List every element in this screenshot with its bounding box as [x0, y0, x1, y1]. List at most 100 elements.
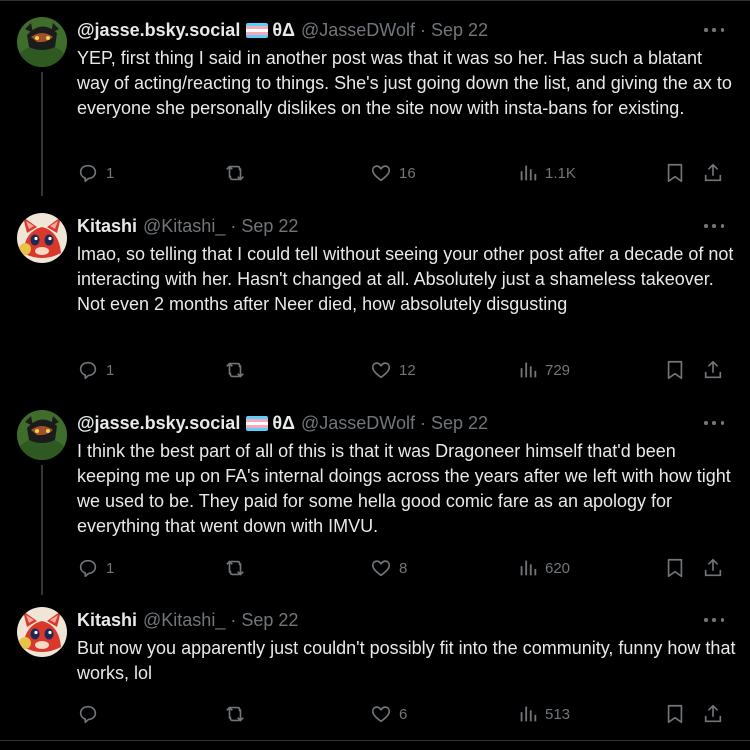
tweet-date[interactable]: Sep 22 — [241, 216, 298, 237]
views-button[interactable]: 1.1K — [518, 159, 576, 187]
tweet-actions: 1 16 1.1K — [77, 159, 737, 187]
user-handle[interactable]: @JasseDWolf — [301, 20, 415, 41]
heart-icon — [371, 362, 391, 379]
avatar[interactable] — [17, 410, 67, 460]
tweet-date[interactable]: Sep 22 — [431, 413, 488, 434]
user-handle[interactable]: @Kitashi_ — [143, 216, 225, 237]
bookmark-button[interactable] — [664, 159, 686, 187]
more-icon[interactable] — [704, 218, 724, 234]
share-icon — [704, 558, 722, 577]
reply-button[interactable]: 1 — [77, 356, 114, 384]
tweet-text: I think the best part of all of this is … — [77, 441, 731, 536]
tweet-text: lmao, so telling that I could tell witho… — [77, 244, 734, 314]
like-button[interactable]: 8 — [370, 554, 407, 582]
separator-dot: · — [230, 609, 237, 630]
like-count: 8 — [399, 559, 408, 577]
share-button[interactable] — [702, 356, 724, 384]
like-button[interactable]: 12 — [370, 356, 416, 384]
reply-button[interactable] — [77, 700, 106, 728]
avatar-fox-image — [17, 607, 67, 657]
repost-button[interactable] — [223, 356, 254, 384]
avatar[interactable] — [17, 213, 67, 263]
separator-dot: · — [419, 412, 426, 433]
like-count: 6 — [399, 705, 408, 723]
tweet-thread: @jasse.bsky.social θΔ @JasseDWolf · Sep … — [0, 0, 750, 750]
reply-icon — [79, 361, 97, 380]
repost-icon — [226, 165, 244, 181]
more-icon[interactable] — [704, 612, 724, 628]
display-name[interactable]: @jasse.bsky.social — [77, 413, 240, 434]
share-button[interactable] — [702, 554, 724, 582]
bookmark-button[interactable] — [664, 356, 686, 384]
avatar[interactable] — [17, 17, 67, 67]
share-icon — [704, 360, 722, 379]
tweet[interactable]: @jasse.bsky.social θΔ @JasseDWolf · Sep … — [0, 393, 750, 593]
user-handle[interactable]: @JasseDWolf — [301, 413, 415, 434]
bookmark-icon — [667, 558, 683, 578]
bookmark-icon — [667, 163, 683, 183]
repost-icon — [226, 560, 244, 576]
repost-icon — [226, 706, 244, 722]
repost-button[interactable] — [223, 554, 254, 582]
reply-icon — [79, 559, 97, 578]
bookmark-icon — [667, 704, 683, 724]
tweet[interactable]: Kitashi @Kitashi_ · Sep 22 But now you a… — [0, 590, 750, 741]
view-count: 1.1K — [545, 164, 576, 182]
avatar-wolf-image — [17, 410, 67, 460]
tweet-date[interactable]: Sep 22 — [431, 20, 488, 41]
share-icon — [704, 704, 722, 723]
reply-button[interactable]: 1 — [77, 159, 114, 187]
repost-button[interactable] — [223, 700, 254, 728]
tweet-actions: 1 12 729 — [77, 356, 737, 384]
display-name[interactable]: Kitashi — [77, 216, 137, 237]
trans-flag-icon — [246, 415, 269, 431]
display-name[interactable]: Kitashi — [77, 610, 137, 631]
tweet[interactable]: @jasse.bsky.social θΔ @JasseDWolf · Sep … — [0, 0, 750, 200]
more-icon[interactable] — [704, 22, 724, 38]
tweet-text: YEP, first thing I said in another post … — [77, 48, 732, 118]
repost-button[interactable] — [223, 159, 254, 187]
like-button[interactable]: 6 — [370, 700, 407, 728]
bookmark-button[interactable] — [664, 700, 686, 728]
tweet-actions: 1 8 620 — [77, 554, 737, 582]
tweet-text: But now you apparently just couldn't pos… — [77, 638, 736, 683]
tweet-actions: 6 513 — [77, 700, 737, 728]
tweet[interactable]: Kitashi @Kitashi_ · Sep 22 lmao, so tell… — [0, 196, 750, 396]
like-button[interactable]: 16 — [370, 159, 416, 187]
user-handle[interactable]: @Kitashi_ — [143, 610, 225, 631]
views-button[interactable]: 513 — [518, 700, 570, 728]
tweet-header: @jasse.bsky.social θΔ @JasseDWolf · Sep … — [77, 412, 488, 434]
views-icon — [520, 362, 537, 378]
bookmark-button[interactable] — [664, 554, 686, 582]
reply-icon — [79, 705, 97, 724]
views-icon — [520, 165, 537, 181]
heart-icon — [371, 165, 391, 182]
avatar-fox-image — [17, 213, 67, 263]
tweet-header: Kitashi @Kitashi_ · Sep 22 — [77, 215, 298, 237]
repost-icon — [226, 362, 244, 378]
display-name[interactable]: @jasse.bsky.social — [77, 20, 240, 41]
avatar[interactable] — [17, 607, 67, 657]
tweet-date[interactable]: Sep 22 — [241, 610, 298, 631]
separator-dot: · — [230, 215, 237, 236]
share-icon — [704, 163, 722, 182]
reply-button[interactable]: 1 — [77, 554, 114, 582]
views-button[interactable]: 729 — [518, 356, 570, 384]
tweet-header: Kitashi @Kitashi_ · Sep 22 — [77, 609, 298, 631]
like-count: 16 — [399, 164, 416, 182]
trans-flag-icon — [246, 22, 269, 38]
reply-count: 1 — [106, 559, 115, 577]
reply-count: 1 — [106, 164, 115, 182]
separator-dot: · — [419, 19, 426, 40]
like-count: 12 — [399, 361, 416, 379]
views-icon — [520, 706, 537, 722]
avatar-wolf-image — [17, 17, 67, 67]
view-count: 729 — [545, 361, 571, 379]
views-icon — [520, 560, 537, 576]
views-button[interactable]: 620 — [518, 554, 570, 582]
share-button[interactable] — [702, 700, 724, 728]
view-count: 620 — [545, 559, 571, 577]
more-icon[interactable] — [704, 415, 724, 431]
tweet-header: @jasse.bsky.social θΔ @JasseDWolf · Sep … — [77, 19, 488, 41]
share-button[interactable] — [702, 159, 724, 187]
